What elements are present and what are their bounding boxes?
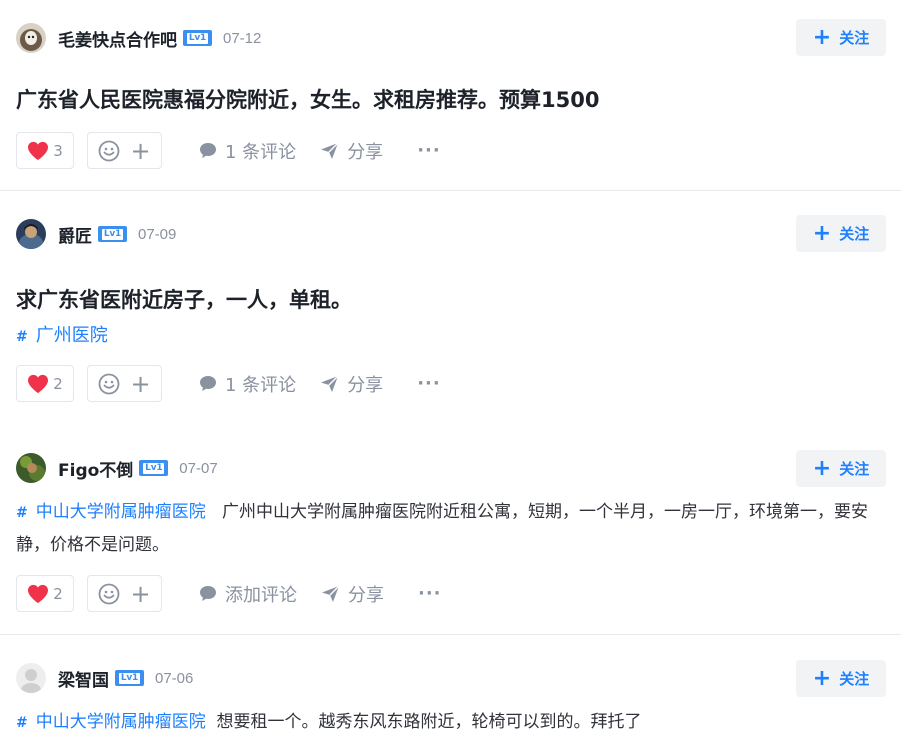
username[interactable]: 梁智国 xyxy=(58,666,109,691)
action-bar: 2 + 添加评论 分享 ··· xyxy=(16,575,442,612)
username[interactable]: 爵匠 xyxy=(58,222,92,247)
post-date: 07-12 xyxy=(223,29,262,47)
action-bar: 3 + 1 条评论 分享 ··· xyxy=(16,132,441,169)
author-row: Figo不倒 Lv1 07-07 xyxy=(16,450,218,486)
avatar[interactable] xyxy=(16,23,46,53)
username[interactable]: 毛姜快点合作吧 xyxy=(58,26,177,51)
avatar[interactable] xyxy=(16,219,46,249)
like-button[interactable]: 2 xyxy=(16,365,74,402)
topic-label: 中山大学附属肿瘤医院 xyxy=(35,712,206,732)
add-icon: + xyxy=(130,136,151,165)
paper-plane-icon xyxy=(322,585,340,602)
topic-tag[interactable]: # 广州医院 xyxy=(16,321,108,347)
share-label: 分享 xyxy=(347,141,384,163)
like-button[interactable]: 2 xyxy=(16,575,74,612)
content-text: 想要租一个。越秀东风东路附近，轮椅可以到的。拜托了 xyxy=(216,712,642,732)
post-content[interactable]: # 中山大学附属肿瘤医院 想要租一个。越秀东风东路附近，轮椅可以到的。拜托了 xyxy=(16,706,883,739)
comment-label: 1 条评论 xyxy=(225,141,297,163)
smiley-icon xyxy=(99,140,120,161)
follow-label: 关注 xyxy=(839,225,870,243)
share-button[interactable]: 分享 xyxy=(320,138,383,164)
comment-label: 添加评论 xyxy=(225,584,297,606)
like-count: 2 xyxy=(53,374,63,393)
follow-label: 关注 xyxy=(839,460,870,478)
share-button[interactable]: 分享 xyxy=(321,581,384,607)
paper-plane-icon xyxy=(321,142,339,159)
speech-bubble-icon xyxy=(200,376,216,391)
hash-icon: # xyxy=(16,715,28,731)
feed: 毛姜快点合作吧 Lv1 07-12 + 关注 广东省人民医院惠福分院附近，女生。… xyxy=(0,0,901,747)
action-bar: 2 + 1 条评论 分享 ··· xyxy=(16,365,441,402)
plus-icon: + xyxy=(812,220,832,246)
hash-icon: # xyxy=(16,505,28,521)
author-row: 爵匠 Lv1 07-09 xyxy=(16,216,176,252)
emoji-reaction-button[interactable]: + xyxy=(87,132,162,169)
level-badge: Lv1 xyxy=(139,460,169,476)
paper-plane-icon xyxy=(321,375,339,392)
post-title[interactable]: 求广东省医附近房子，一人，单租。 xyxy=(16,284,352,314)
heart-icon xyxy=(28,374,49,393)
heart-icon xyxy=(28,584,49,603)
plus-icon: + xyxy=(812,665,832,691)
plus-icon: + xyxy=(812,24,832,50)
topic-tag[interactable]: # 中山大学附属肿瘤医院 xyxy=(16,712,206,732)
smiley-icon xyxy=(99,373,120,394)
speech-bubble-icon xyxy=(200,586,216,601)
author-row: 梁智国 Lv1 07-06 xyxy=(16,660,193,696)
follow-button[interactable]: + 关注 xyxy=(796,660,886,697)
share-button[interactable]: 分享 xyxy=(320,371,383,397)
more-button[interactable]: ··· xyxy=(418,583,442,604)
add-icon: + xyxy=(130,579,151,608)
comment-button[interactable]: 1 条评论 xyxy=(199,138,296,164)
avatar[interactable] xyxy=(16,663,46,693)
hash-icon: # xyxy=(16,329,28,345)
username[interactable]: Figo不倒 xyxy=(58,456,133,481)
post-item: 爵匠 Lv1 07-09 + 关注 求广东省医附近房子，一人，单租。 # 广州医院… xyxy=(0,191,901,432)
level-badge: Lv1 xyxy=(183,30,212,46)
follow-button[interactable]: + 关注 xyxy=(796,450,886,487)
post-item: 梁智国 Lv1 07-06 + 关注 # 中山大学附属肿瘤医院 想要租一个。越秀东… xyxy=(0,635,901,747)
follow-label: 关注 xyxy=(839,670,870,688)
post-item: 毛姜快点合作吧 Lv1 07-12 + 关注 广东省人民医院惠福分院附近，女生。… xyxy=(0,0,901,191)
comment-button[interactable]: 1 条评论 xyxy=(199,371,296,397)
heart-icon xyxy=(28,141,49,160)
topic-label: 中山大学附属肿瘤医院 xyxy=(35,502,206,522)
post-date: 07-06 xyxy=(155,669,194,687)
more-button[interactable]: ··· xyxy=(417,140,441,161)
emoji-reaction-button[interactable]: + xyxy=(87,575,162,612)
comment-label: 1 条评论 xyxy=(225,374,297,396)
avatar[interactable] xyxy=(16,453,46,483)
like-count: 2 xyxy=(53,584,63,603)
like-count: 3 xyxy=(53,141,63,160)
share-label: 分享 xyxy=(347,374,384,396)
level-badge: Lv1 xyxy=(115,670,144,686)
smiley-icon xyxy=(99,583,120,604)
follow-label: 关注 xyxy=(839,29,870,47)
comment-button[interactable]: 添加评论 xyxy=(199,581,297,607)
emoji-reaction-button[interactable]: + xyxy=(87,365,162,402)
share-label: 分享 xyxy=(348,584,384,606)
post-date: 07-07 xyxy=(179,459,218,477)
follow-button[interactable]: + 关注 xyxy=(796,215,886,252)
speech-bubble-icon xyxy=(200,143,216,158)
topic-tag[interactable]: # 中山大学附属肿瘤医院 xyxy=(16,502,206,522)
post-date: 07-09 xyxy=(138,225,177,243)
post-title[interactable]: 广东省人民医院惠福分院附近，女生。求租房推荐。预算1500 xyxy=(16,84,599,114)
follow-button[interactable]: + 关注 xyxy=(796,19,886,56)
topic-label: 广州医院 xyxy=(35,325,108,346)
post-item: Figo不倒 Lv1 07-07 + 关注 # 中山大学附属肿瘤医院 广州中山大学… xyxy=(0,432,901,635)
post-content[interactable]: # 中山大学附属肿瘤医院 广州中山大学附属肿瘤医院附近租公寓，短期，一个半月，一房… xyxy=(16,496,883,561)
author-row: 毛姜快点合作吧 Lv1 07-12 xyxy=(16,20,261,56)
add-icon: + xyxy=(130,369,151,398)
plus-icon: + xyxy=(812,455,832,481)
like-button[interactable]: 3 xyxy=(16,132,74,169)
more-button[interactable]: ··· xyxy=(417,373,441,394)
level-badge: Lv1 xyxy=(98,226,127,242)
